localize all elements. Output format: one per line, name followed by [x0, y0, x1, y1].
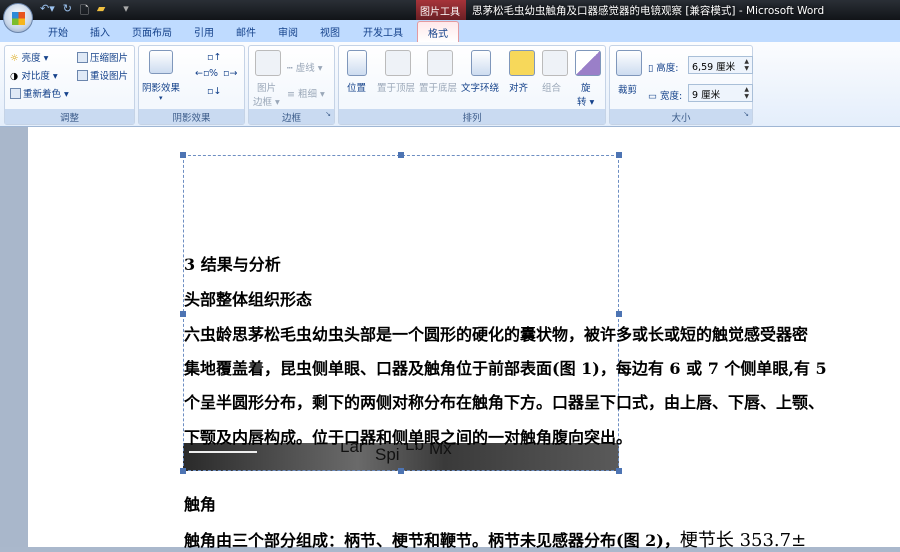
tab-page-layout[interactable]: 页面布局	[132, 24, 172, 39]
picture-border-button-line2[interactable]: 边框 ▾	[253, 94, 280, 108]
group-size: 裁剪 ▯ 高度: 6,59 厘米 ▲ ▼ ▭ 宽度: 9 厘米 ▲ ▼ 大小 ↘	[609, 45, 753, 125]
subheading: 头部整体组织形态	[184, 290, 313, 309]
send-to-back-icon[interactable]	[427, 50, 453, 76]
height-icon: ▯	[648, 63, 654, 74]
tab-view[interactable]: 视图	[320, 24, 340, 39]
reset-picture-button[interactable]: 重设图片	[77, 68, 128, 82]
shadow-effects-icon[interactable]	[149, 50, 173, 74]
paragraph-line: 下颚及内唇构成。位于口器和侧单眼之间的一对触角腹向突出。	[184, 428, 633, 447]
section-heading: 3 结果与分析	[184, 255, 281, 274]
ribbon-tabs: 开始 插入 页面布局 引用 邮件 审阅 视图 开发工具 格式	[0, 20, 900, 42]
title-bar: 图片工具 思茅松毛虫幼虫触角及口器感觉器的电镜观察 [兼容模式] - Micro…	[0, 0, 900, 20]
resize-handle[interactable]	[180, 152, 186, 158]
picture-border-button[interactable]: 图片	[257, 80, 276, 94]
paragraph-line: 触角由三个部分组成：柄节、梗节和鞭节。柄节未见感器分布(图 2)，梗节长 353…	[184, 530, 807, 551]
group-adjust: ☼ 亮度 ▾ ◑ 对比度 ▾ 重新着色 ▾ 压缩图片 重设图片 调整	[4, 45, 135, 125]
align-button[interactable]: 对齐	[509, 80, 528, 94]
align-icon[interactable]	[509, 50, 535, 76]
position-button[interactable]: 位置	[347, 80, 366, 94]
width-input[interactable]: 9 厘米 ▲ ▼	[688, 84, 753, 102]
recolor-icon	[10, 88, 21, 99]
contrast-button[interactable]: ◑ 对比度 ▾	[10, 68, 58, 82]
office-logo-icon	[12, 12, 25, 25]
text-wrapping-icon[interactable]	[471, 50, 491, 76]
group-arrange: 位置 置于顶层 置于底层 文字环绕 对齐 组合 旋 转 ▾ 排列	[338, 45, 606, 125]
position-icon[interactable]	[347, 50, 367, 76]
resize-handle[interactable]	[398, 152, 404, 158]
office-button[interactable]	[3, 3, 33, 33]
dialog-launcher-icon[interactable]: ↘	[325, 110, 331, 118]
group-label: 边框 ↘	[249, 109, 334, 124]
width-label: ▭ 宽度:	[648, 91, 683, 102]
nudge-right-icon[interactable]: ▫→	[223, 68, 237, 79]
rotate-button[interactable]: 旋	[581, 80, 591, 94]
customize-qat-icon[interactable]: ▾	[123, 2, 129, 18]
compress-icon	[77, 52, 88, 63]
rotate-icon[interactable]	[575, 50, 601, 76]
resize-handle[interactable]	[180, 468, 186, 474]
bring-to-front-icon[interactable]	[385, 50, 411, 76]
spinner-icon[interactable]: ▲ ▼	[744, 86, 749, 100]
tab-insert[interactable]: 插入	[90, 24, 110, 39]
dropdown-arrow-icon[interactable]: ▾	[159, 94, 163, 102]
height-input[interactable]: 6,59 厘米 ▲ ▼	[688, 56, 753, 74]
tab-format[interactable]: 格式	[417, 21, 459, 42]
print-preview-icon[interactable]: 🗋	[80, 2, 89, 18]
tab-home[interactable]: 开始	[48, 24, 68, 39]
group-label: 排列	[339, 109, 605, 124]
group-label: 大小 ↘	[610, 109, 752, 124]
shadow-toggle-icon[interactable]: %	[209, 68, 218, 79]
crop-icon[interactable]	[616, 50, 642, 76]
ribbon: ☼ 亮度 ▾ ◑ 对比度 ▾ 重新着色 ▾ 压缩图片 重设图片 调整 阴影效果 …	[0, 42, 900, 127]
resize-handle[interactable]	[398, 468, 404, 474]
group-objects-button[interactable]: 组合	[542, 80, 561, 94]
contrast-icon: ◑	[10, 71, 19, 82]
shadow-effects-button[interactable]: 阴影效果	[142, 80, 180, 94]
tab-mailings[interactable]: 邮件	[236, 24, 256, 39]
recolor-button[interactable]: 重新着色 ▾	[10, 86, 69, 100]
resize-handle[interactable]	[180, 311, 186, 317]
tab-developer[interactable]: 开发工具	[363, 24, 403, 39]
window-title: 思茅松毛虫幼虫触角及口器感觉器的电镜观察 [兼容模式] - Microsoft …	[472, 5, 825, 17]
nudge-down-icon[interactable]: ▫↓	[207, 86, 221, 97]
compress-pictures-button[interactable]: 压缩图片	[77, 50, 128, 64]
group-border: 图片 边框 ▾ ┅ 虚线 ▾ ≡ 粗细 ▾ 边框 ↘	[248, 45, 335, 125]
send-to-back-button[interactable]: 置于底层	[419, 80, 457, 94]
dialog-launcher-icon[interactable]: ↘	[743, 110, 749, 118]
width-icon: ▭	[648, 91, 657, 102]
quick-access-toolbar: ↶▾ ↻ 🗋 ▰ ▾	[36, 2, 129, 18]
weight-button[interactable]: ≡ 粗细 ▾	[287, 86, 325, 100]
reset-picture-icon	[77, 70, 88, 81]
group-objects-icon[interactable]	[542, 50, 568, 76]
dashes-button[interactable]: ┅ 虚线 ▾	[287, 60, 323, 74]
crop-button[interactable]: 裁剪	[618, 82, 637, 96]
resize-handle[interactable]	[616, 468, 622, 474]
nudge-up-icon[interactable]: ▫↑	[207, 52, 221, 63]
rotate-button-line2[interactable]: 转 ▾	[577, 94, 594, 108]
picture-tools-context-label: 图片工具	[416, 0, 466, 20]
paragraph-line: 个呈半圆形分布，剩下的两侧对称分布在触角下方。口器呈下口式，由上唇、下唇、上颚、	[184, 393, 825, 412]
picture-border-icon[interactable]	[255, 50, 281, 76]
paragraph-line: 六虫龄思茅松毛虫幼虫头部是一个圆形的硬化的囊状物，被许多或长或短的触觉感受器密	[184, 325, 809, 344]
tab-references[interactable]: 引用	[194, 24, 214, 39]
brightness-button[interactable]: ☼ 亮度 ▾	[10, 50, 48, 64]
bring-to-front-button[interactable]: 置于顶层	[377, 80, 415, 94]
redo-icon[interactable]: ↻	[63, 2, 72, 18]
resize-handle[interactable]	[616, 152, 622, 158]
group-label: 阴影效果	[139, 109, 244, 124]
document-background	[0, 127, 28, 547]
group-shadow: 阴影效果 ▾ ▫↑ ←▫ % ▫→ ▫↓ 阴影效果	[138, 45, 245, 125]
subheading-antenna: 触角	[184, 495, 217, 514]
text-wrapping-button[interactable]: 文字环绕	[461, 80, 499, 94]
paragraph-line: 集地覆盖着，昆虫侧单眼、口器及触角位于前部表面(图 1)，每边有 6 或 7 个…	[184, 359, 827, 378]
resize-handle[interactable]	[616, 311, 622, 317]
brightness-icon: ☼	[10, 53, 19, 64]
nudge-left-icon[interactable]: ←▫	[195, 68, 209, 79]
spinner-icon[interactable]: ▲ ▼	[744, 58, 749, 72]
open-folder-icon[interactable]: ▰	[97, 2, 105, 18]
undo-icon[interactable]: ↶▾	[40, 2, 55, 18]
height-label: ▯ 高度:	[648, 63, 679, 74]
tab-review[interactable]: 审阅	[278, 24, 298, 39]
group-label: 调整	[5, 109, 134, 124]
